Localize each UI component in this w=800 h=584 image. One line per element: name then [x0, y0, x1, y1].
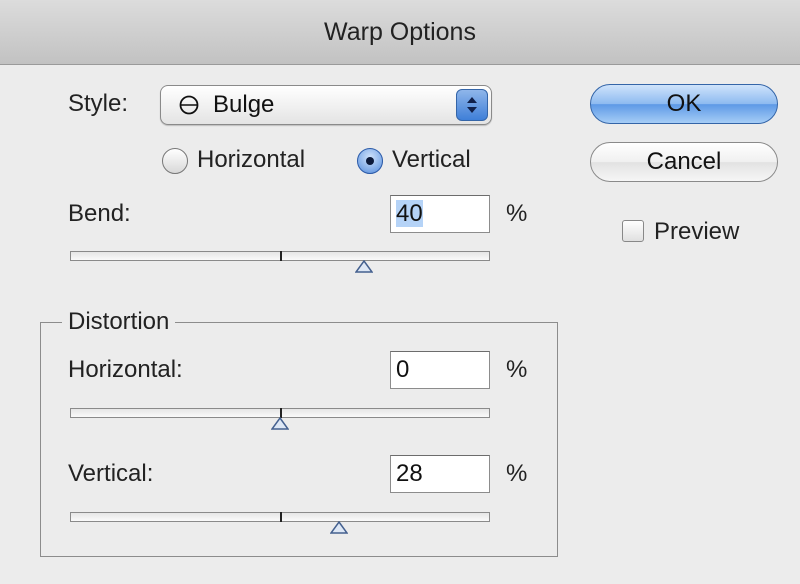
- style-popup-value: Bulge: [213, 91, 275, 118]
- distortion-group-title: Distortion: [62, 308, 176, 336]
- popup-stepper-icon: [456, 89, 488, 121]
- bend-input-value: 40: [396, 200, 423, 227]
- bend-unit: %: [506, 200, 528, 227]
- cancel-button[interactable]: Cancel: [590, 142, 778, 182]
- warp-options-dialog: Warp Options Style: Bulge Horizontal Ver…: [0, 0, 800, 584]
- ok-button[interactable]: OK: [590, 84, 778, 124]
- distortion-vertical-label: Vertical:: [68, 460, 154, 487]
- radio-selected-dot: [366, 157, 374, 165]
- window-title: Warp Options: [0, 0, 800, 65]
- distortion-vertical-unit: %: [506, 460, 528, 487]
- distortion-horizontal-slider[interactable]: [70, 408, 490, 430]
- arrow-down-icon: [467, 107, 477, 113]
- distortion-horizontal-input[interactable]: 0: [390, 351, 490, 389]
- bend-label: Bend:: [68, 200, 131, 227]
- distortion-vertical-input[interactable]: 28: [390, 455, 490, 493]
- radio-horizontal[interactable]: [162, 148, 188, 174]
- bend-slider[interactable]: [70, 251, 490, 273]
- slider-center-tick: [280, 512, 282, 522]
- slider-center-tick: [280, 251, 282, 261]
- radio-horizontal-label[interactable]: Horizontal: [197, 146, 305, 174]
- preview-label[interactable]: Preview: [654, 218, 739, 246]
- distortion-horizontal-label: Horizontal:: [68, 356, 183, 383]
- distortion-horizontal-unit: %: [506, 356, 528, 383]
- style-label: Style:: [68, 90, 129, 117]
- bend-input[interactable]: 40: [390, 195, 490, 233]
- preview-checkbox[interactable]: [622, 220, 644, 242]
- radio-vertical-label[interactable]: Vertical: [392, 146, 471, 174]
- bulge-shape-icon: [179, 95, 199, 115]
- style-popup[interactable]: Bulge: [160, 85, 492, 125]
- arrow-up-icon: [467, 97, 477, 103]
- radio-vertical[interactable]: [357, 148, 383, 174]
- distortion-vertical-slider[interactable]: [70, 512, 490, 534]
